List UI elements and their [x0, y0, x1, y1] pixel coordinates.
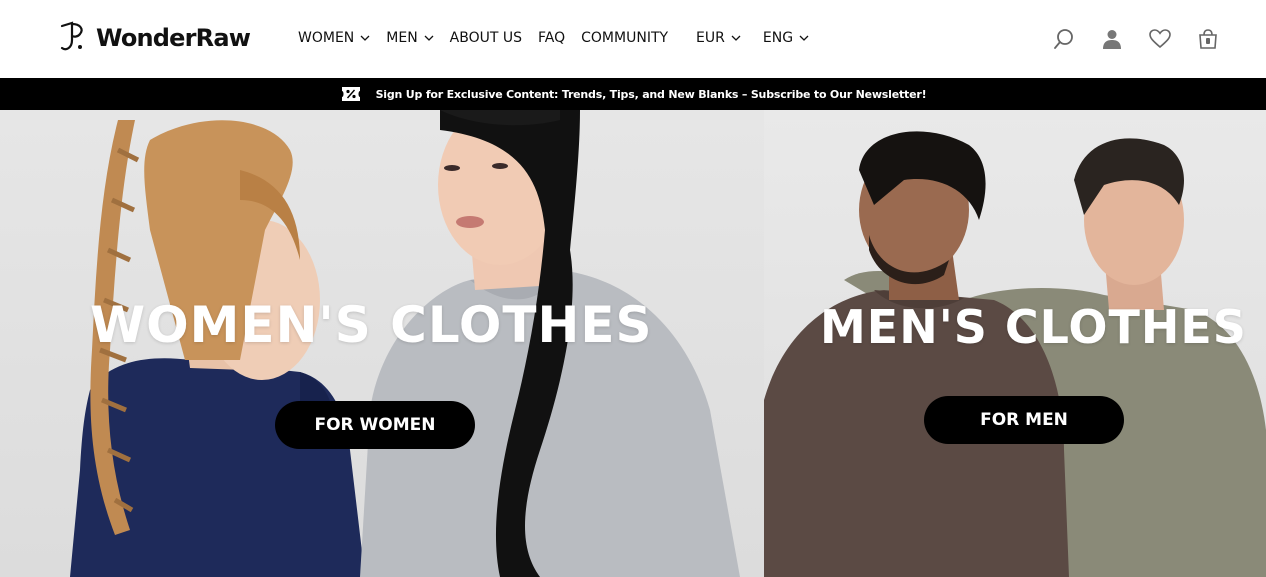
- discount-tag-icon: [341, 87, 360, 101]
- chevron-down-icon: [360, 35, 370, 41]
- men-hero-title: MEN'S CLOTHES: [820, 300, 1247, 354]
- header-actions: [1040, 24, 1232, 54]
- brand-name: WonderRaw: [96, 24, 251, 52]
- shop-women-button[interactable]: FOR WOMEN: [275, 401, 475, 449]
- nav-item-label: MEN: [386, 30, 418, 46]
- currency-label: EUR: [696, 30, 725, 46]
- search-button[interactable]: [1040, 24, 1088, 54]
- nav-item-faq[interactable]: FAQ: [538, 30, 565, 46]
- nav-item-label: COMMUNITY: [581, 30, 669, 46]
- nav-item-label: ABOUT US: [449, 30, 523, 46]
- brand-logo[interactable]: WonderRaw: [58, 20, 251, 56]
- nav-item-community[interactable]: COMMUNITY: [581, 30, 668, 46]
- cart-button[interactable]: [1184, 24, 1232, 54]
- shop-men-button[interactable]: FOR MEN: [924, 396, 1124, 444]
- chevron-down-icon: [731, 35, 741, 41]
- women-hero-title: WOMEN'S CLOTHES: [90, 296, 653, 354]
- account-button[interactable]: [1088, 24, 1136, 54]
- wishlist-heart-icon: [1149, 29, 1171, 49]
- account-icon: [1103, 30, 1121, 49]
- site-header: WonderRaw WOMEN MEN ABOUT US FAQ COMMUNI…: [0, 0, 1266, 78]
- nav-item-women[interactable]: WOMEN: [298, 30, 370, 46]
- nav-item-label: WOMEN: [298, 30, 355, 46]
- wishlist-button[interactable]: [1136, 24, 1184, 54]
- hero-banner: WOMEN'S CLOTHES FOR WOMEN MEN'S CLOTHES …: [0, 110, 1266, 577]
- main-nav: WOMEN MEN ABOUT US FAQ COMMUNITY EUR ENG: [298, 26, 831, 50]
- chevron-down-icon: [424, 35, 434, 41]
- nav-item-men[interactable]: MEN: [386, 30, 434, 46]
- chevron-down-icon: [799, 35, 809, 41]
- language-label: ENG: [762, 30, 794, 46]
- logo-mark-icon: [60, 21, 83, 51]
- nav-item-label: FAQ: [538, 30, 566, 46]
- language-selector[interactable]: ENG: [763, 30, 809, 46]
- announcement-text: Sign Up for Exclusive Content: Trends, T…: [375, 87, 927, 101]
- cart-bag-icon: [1199, 29, 1217, 49]
- nav-item-about-us[interactable]: ABOUT US: [450, 30, 522, 46]
- newsletter-announcement-bar[interactable]: Sign Up for Exclusive Content: Trends, T…: [0, 78, 1266, 110]
- currency-selector[interactable]: EUR: [696, 30, 741, 46]
- search-icon: [1054, 29, 1073, 49]
